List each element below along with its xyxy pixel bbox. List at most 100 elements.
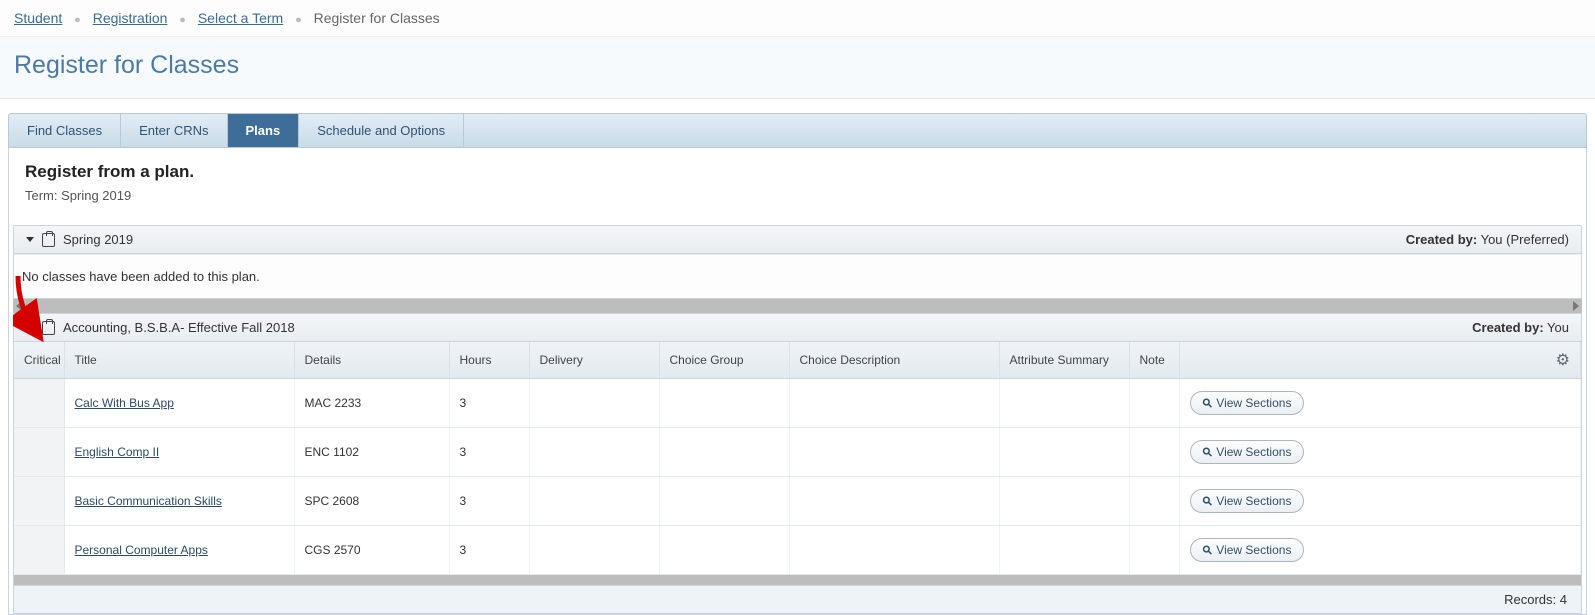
course-title-link[interactable]: Personal Computer Apps	[75, 543, 208, 557]
course-title-link[interactable]: Basic Communication Skills	[75, 494, 222, 508]
breadcrumb: Student ● Registration ● Select a Term ●…	[0, 0, 1595, 37]
search-icon: ⚲	[1199, 444, 1215, 460]
cell-note	[1129, 379, 1179, 428]
cell-hours: 3	[449, 428, 529, 477]
plan-intro-heading: Register from a plan.	[25, 162, 1570, 182]
cell-critical	[14, 428, 64, 477]
col-delivery[interactable]: Delivery	[529, 342, 659, 379]
view-sections-button[interactable]: ⚲View Sections	[1190, 538, 1305, 562]
breadcrumb-separator-icon: ●	[179, 14, 186, 26]
view-sections-label: View Sections	[1216, 445, 1291, 459]
cell-note	[1129, 428, 1179, 477]
clipboard-icon	[42, 233, 55, 247]
search-icon: ⚲	[1199, 493, 1215, 509]
view-sections-label: View Sections	[1216, 494, 1291, 508]
breadcrumb-current: Register for Classes	[314, 10, 440, 26]
breadcrumb-student[interactable]: Student	[14, 10, 62, 26]
records-count: Records: 4	[14, 585, 1581, 613]
plan-courses-table: Critical In Title Details Hours Delivery…	[14, 342, 1581, 575]
view-sections-button[interactable]: ⚲View Sections	[1190, 391, 1305, 415]
chevron-down-icon[interactable]	[26, 325, 34, 330]
cell-choice-group	[659, 477, 789, 526]
breadcrumb-registration[interactable]: Registration	[93, 10, 168, 26]
col-note[interactable]: Note	[1129, 342, 1179, 379]
tab-plans[interactable]: Plans	[228, 114, 300, 147]
plan-empty-message: No classes have been added to this plan.	[13, 254, 1582, 299]
col-critical[interactable]: Critical In	[14, 342, 64, 379]
cell-choice-group	[659, 428, 789, 477]
col-choice-desc[interactable]: Choice Description	[789, 342, 999, 379]
tab-enter-crns[interactable]: Enter CRNs	[121, 114, 227, 147]
col-choice-group[interactable]: Choice Group	[659, 342, 789, 379]
cell-action: ⚲View Sections	[1179, 428, 1581, 477]
tab-schedule-options[interactable]: Schedule and Options	[299, 114, 464, 147]
cell-details: SPC 2608	[294, 477, 449, 526]
breadcrumb-separator-icon: ●	[295, 14, 302, 26]
cell-choice-desc	[789, 477, 999, 526]
cell-title: English Comp II	[64, 428, 294, 477]
col-title[interactable]: Title	[64, 342, 294, 379]
cell-critical	[14, 379, 64, 428]
cell-delivery	[529, 428, 659, 477]
course-title-link[interactable]: English Comp II	[75, 445, 160, 459]
course-title-link[interactable]: Calc With Bus App	[75, 396, 174, 410]
plan-intro-term: Term: Spring 2019	[25, 188, 1570, 203]
cell-hours: 3	[449, 477, 529, 526]
cell-choice-group	[659, 526, 789, 575]
horizontal-scrollbar[interactable]	[14, 575, 1581, 585]
view-sections-button[interactable]: ⚲View Sections	[1190, 440, 1305, 464]
horizontal-scrollbar[interactable]	[13, 299, 1582, 313]
table-row: Basic Communication Skills SPC 26083 ⚲View…	[14, 477, 1581, 526]
cell-choice-desc	[789, 379, 999, 428]
cell-attr-summary	[999, 477, 1129, 526]
plan-title: Spring 2019	[63, 232, 133, 247]
tab-content-plans: Register from a plan. Term: Spring 2019 …	[8, 148, 1587, 615]
plan-created-by: Created by: You	[1472, 320, 1569, 335]
cell-hours: 3	[449, 526, 529, 575]
cell-action: ⚲View Sections	[1179, 526, 1581, 575]
plan-created-by: Created by: You (Preferred)	[1406, 232, 1569, 247]
cell-details: CGS 2570	[294, 526, 449, 575]
scroll-right-icon[interactable]	[1573, 301, 1579, 311]
cell-delivery	[529, 379, 659, 428]
cell-title: Basic Communication Skills	[64, 477, 294, 526]
cell-details: ENC 1102	[294, 428, 449, 477]
cell-hours: 3	[449, 379, 529, 428]
view-sections-button[interactable]: ⚲View Sections	[1190, 489, 1305, 513]
chevron-down-icon[interactable]	[26, 237, 34, 242]
breadcrumb-select-term[interactable]: Select a Term	[198, 10, 283, 26]
search-icon: ⚲	[1199, 542, 1215, 558]
col-actions: ⚙	[1179, 342, 1581, 379]
plan-title: Accounting, B.S.B.A- Effective Fall 2018	[63, 320, 295, 335]
cell-attr-summary	[999, 428, 1129, 477]
tabs: Find Classes Enter CRNs Plans Schedule a…	[8, 113, 1587, 148]
page-title: Register for Classes	[0, 37, 1595, 99]
col-hours[interactable]: Hours	[449, 342, 529, 379]
cell-note	[1129, 526, 1179, 575]
cell-choice-desc	[789, 428, 999, 477]
cell-delivery	[529, 477, 659, 526]
cell-action: ⚲View Sections	[1179, 379, 1581, 428]
search-icon: ⚲	[1199, 395, 1215, 411]
cell-title: Personal Computer Apps	[64, 526, 294, 575]
clipboard-icon	[42, 321, 55, 335]
cell-critical	[14, 526, 64, 575]
scroll-left-icon[interactable]	[16, 301, 22, 311]
col-attr-summary[interactable]: Attribute Summary	[999, 342, 1129, 379]
cell-details: MAC 2233	[294, 379, 449, 428]
cell-choice-desc	[789, 526, 999, 575]
cell-title: Calc With Bus App	[64, 379, 294, 428]
cell-attr-summary	[999, 526, 1129, 575]
cell-critical	[14, 477, 64, 526]
gear-icon[interactable]: ⚙	[1556, 352, 1570, 369]
plan-accounting-bsba: Accounting, B.S.B.A- Effective Fall 2018…	[13, 313, 1582, 614]
cell-attr-summary	[999, 379, 1129, 428]
view-sections-label: View Sections	[1216, 543, 1291, 557]
cell-delivery	[529, 526, 659, 575]
col-details[interactable]: Details	[294, 342, 449, 379]
tab-find-classes[interactable]: Find Classes	[9, 114, 121, 147]
table-row: English Comp II ENC 11023 ⚲View Sections	[14, 428, 1581, 477]
cell-choice-group	[659, 379, 789, 428]
view-sections-label: View Sections	[1216, 396, 1291, 410]
cell-note	[1129, 477, 1179, 526]
